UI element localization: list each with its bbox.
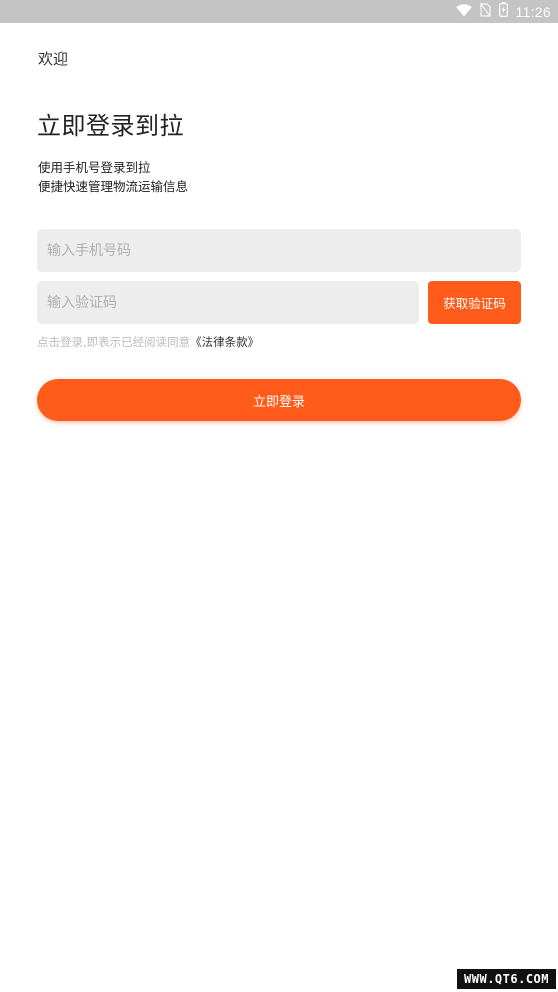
status-icons: 11:26 (455, 0, 552, 23)
agreement-prefix: 点击登录,即表示已经阅读同意 (37, 335, 191, 349)
phone-input[interactable] (47, 229, 521, 272)
code-field[interactable] (37, 281, 419, 324)
status-bar: 11:26 (0, 0, 558, 23)
subtitle-line-2: 便捷快速管理物流运输信息 (38, 179, 189, 194)
battery-icon (498, 2, 508, 21)
get-code-button[interactable]: 获取验证码 (428, 281, 521, 324)
wifi-icon (455, 2, 472, 21)
status-time: 11:26 (515, 3, 551, 20)
verification-code-input[interactable] (47, 281, 419, 324)
login-button[interactable]: 立即登录 (37, 379, 521, 421)
page-title: 立即登录到拉 (37, 112, 184, 140)
watermark: WWW.QT6.COM (457, 969, 556, 989)
subtitle-line-1: 使用手机号登录到拉 (38, 160, 151, 175)
legal-terms-link[interactable]: 《法律条款》 (190, 335, 259, 349)
agreement-text: 点击登录,即表示已经阅读同意《法律条款》 (37, 334, 259, 350)
no-sim-icon (479, 2, 491, 21)
welcome-text: 欢迎 (38, 50, 69, 68)
phone-field[interactable] (37, 229, 521, 272)
